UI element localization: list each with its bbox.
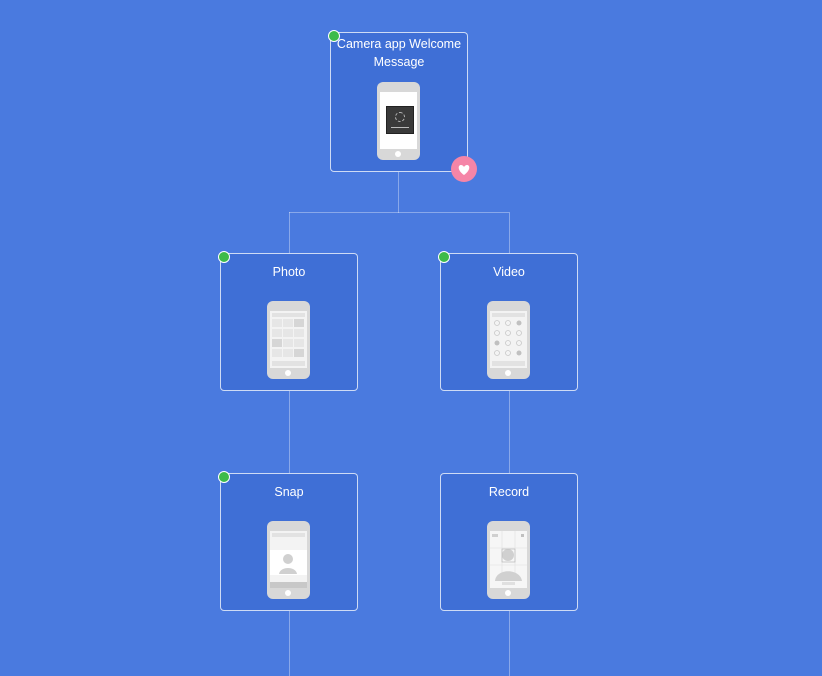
photo-grid-screen <box>270 311 307 368</box>
edge-record-down <box>509 611 510 676</box>
status-dot-icon <box>218 471 230 483</box>
edge-welcome-video <box>509 212 510 253</box>
loading-dialog <box>386 106 414 134</box>
node-title: Photo <box>272 265 306 279</box>
spinner-icon <box>395 112 405 122</box>
phone-thumbnail <box>487 301 530 379</box>
edge-video-record <box>509 391 510 473</box>
node-card-record[interactable]: Record <box>440 473 578 611</box>
edge-welcome-photo <box>289 212 290 253</box>
edge-branch-horizontal <box>289 212 509 213</box>
home-button-icon <box>285 590 291 596</box>
phone-thumbnail <box>377 82 420 160</box>
heart-icon[interactable] <box>451 156 477 182</box>
home-button-icon <box>395 151 401 157</box>
status-dot-icon <box>438 251 450 263</box>
node-title: Record <box>488 485 530 499</box>
node-title: Snap <box>274 485 304 499</box>
status-dot-icon <box>218 251 230 263</box>
progress-line <box>391 127 409 128</box>
home-button-icon <box>505 370 511 376</box>
edge-welcome-trunk <box>398 171 399 213</box>
video-grid-screen <box>490 311 527 368</box>
edge-photo-snap <box>289 391 290 473</box>
record-camera-screen <box>490 531 527 588</box>
phone-thumbnail <box>487 521 530 599</box>
node-card-welcome[interactable]: Camera app Welcome Message <box>328 30 468 172</box>
phone-thumbnail <box>267 521 310 599</box>
node-card-snap[interactable]: Snap <box>218 471 358 611</box>
phone-thumbnail <box>267 301 310 379</box>
home-button-icon <box>285 370 291 376</box>
node-card-photo[interactable]: Photo <box>218 251 358 391</box>
edge-snap-down <box>289 611 290 676</box>
node-title: Video <box>493 265 525 279</box>
node-title: Camera app Welcome Message <box>336 37 462 69</box>
loading-screen <box>380 92 417 149</box>
home-button-icon <box>505 590 511 596</box>
node-card-video[interactable]: Video <box>438 251 578 391</box>
snap-camera-screen <box>270 531 307 588</box>
